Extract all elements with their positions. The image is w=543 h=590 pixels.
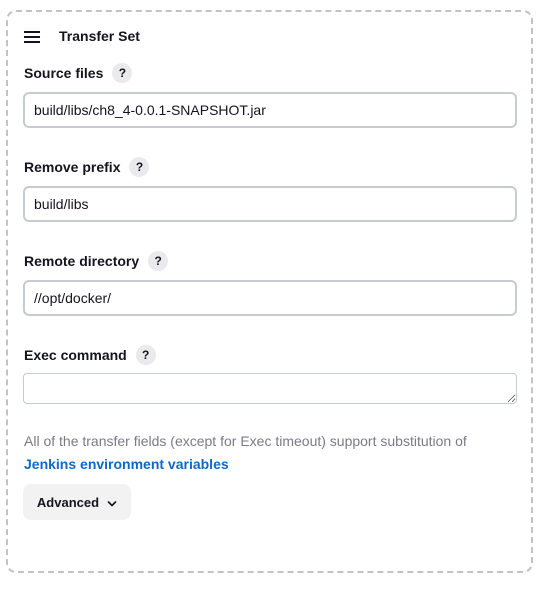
jenkins-env-vars-link[interactable]: Jenkins environment variables	[24, 456, 229, 472]
hamburger-icon[interactable]	[24, 30, 40, 43]
remote-directory-label-row: Remote directory ?	[24, 250, 169, 272]
exec-command-help-button[interactable]: ?	[135, 345, 156, 365]
chevron-down-icon	[107, 497, 117, 507]
source-files-label-row: Source files ?	[24, 62, 133, 84]
source-files-input[interactable]	[23, 92, 517, 128]
remote-directory-label: Remote directory	[24, 253, 140, 269]
exec-command-label-row: Exec command ?	[24, 344, 156, 366]
exec-command-label: Exec command	[24, 347, 127, 363]
substitution-help-body: All of the transfer fields (except for E…	[24, 433, 467, 449]
remove-prefix-input[interactable]	[23, 186, 517, 222]
remote-directory-help-button[interactable]: ?	[148, 251, 169, 271]
advanced-label: Advanced	[36, 494, 100, 510]
advanced-button[interactable]: Advanced	[23, 484, 131, 520]
substitution-help-text: All of the transfer fields (except for E…	[24, 430, 519, 476]
source-files-help-button[interactable]: ?	[112, 63, 133, 83]
remove-prefix-label: Remove prefix	[24, 159, 121, 175]
source-files-label: Source files	[24, 65, 104, 81]
section-title: Transfer Set	[59, 28, 140, 44]
remote-directory-input[interactable]	[23, 280, 517, 316]
exec-command-textarea[interactable]	[23, 373, 517, 404]
remove-prefix-label-row: Remove prefix ?	[24, 156, 150, 178]
remove-prefix-help-button[interactable]: ?	[129, 157, 150, 177]
transfer-set-header: Transfer Set	[24, 26, 140, 46]
